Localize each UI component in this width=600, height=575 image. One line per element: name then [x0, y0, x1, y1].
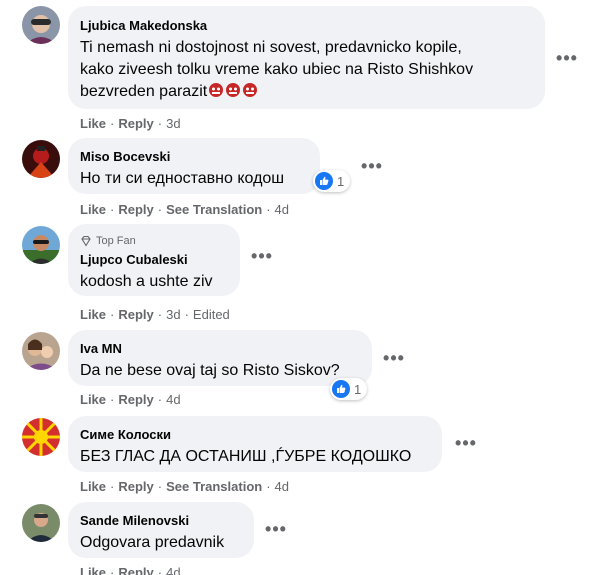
- timestamp[interactable]: 4d: [166, 565, 180, 575]
- reply-link[interactable]: Reply: [118, 565, 153, 575]
- reply-link[interactable]: Reply: [118, 392, 153, 407]
- top-fan-label: Top Fan: [96, 235, 136, 247]
- comment-text-line: Ti nemash ni dostojnost ni sovest, preda…: [80, 39, 462, 56]
- comment-author[interactable]: Ljupco Cubaleski: [80, 252, 228, 268]
- comment-bubble: Miso Bocevski Но ти си едноставно кодош: [68, 138, 320, 194]
- comment-text: Da ne bese ovaj taj so Risto Siskov?: [80, 362, 340, 379]
- comment-bubble: Симе Колоски БЕЗ ГЛАС ДА ОСТАНИШ ,ЃУБРЕ …: [68, 416, 442, 472]
- comment-bubble: Ljubica Makedonska Ti nemash ni dostojno…: [68, 6, 545, 109]
- like-icon: [315, 172, 333, 190]
- comment-bubble: Sande Milenovski Odgovara predavnik: [68, 502, 254, 558]
- comment-text-fragment: bezvreden parazit: [80, 83, 208, 100]
- timestamp[interactable]: 4d: [275, 202, 289, 217]
- comment-actions: Like · Reply · 4d: [80, 392, 181, 407]
- avatar[interactable]: [22, 6, 60, 44]
- see-translation-link[interactable]: See Translation: [166, 202, 262, 217]
- comment-text: Odgovara predavnik: [80, 534, 225, 551]
- comment-text: kodosh a ushte ziv: [80, 273, 213, 290]
- timestamp[interactable]: 3d: [166, 116, 180, 131]
- comment-text: Но ти си едноставно кодош: [80, 170, 285, 187]
- like-link[interactable]: Like: [80, 202, 106, 217]
- like-link[interactable]: Like: [80, 565, 106, 575]
- ogre-face-icon: [242, 82, 258, 98]
- comment-author[interactable]: Sande Milenovski: [80, 513, 242, 529]
- reaction-count: 1: [337, 173, 345, 189]
- comment-author[interactable]: Iva MN: [80, 341, 360, 357]
- ogre-face-icon: [208, 82, 224, 98]
- edited-label: Edited: [192, 307, 230, 322]
- see-translation-link[interactable]: See Translation: [166, 479, 262, 494]
- like-link[interactable]: Like: [80, 479, 106, 494]
- like-icon: [332, 380, 350, 398]
- comment-author[interactable]: Ljubica Makedonska: [80, 18, 533, 34]
- reaction-count: 1: [354, 381, 362, 397]
- reply-link[interactable]: Reply: [118, 307, 153, 322]
- avatar[interactable]: [22, 418, 60, 456]
- comment-text-line: bezvreden parazit: [80, 81, 533, 103]
- comment-actions: Like · Reply · 3d: [80, 116, 181, 131]
- comment-actions: Like · Reply · 4d: [80, 565, 181, 575]
- like-link[interactable]: Like: [80, 116, 106, 131]
- comment-actions: Like · Reply · See Translation · 4d: [80, 202, 290, 217]
- comment-actions: Like · Reply · See Translation · 4d: [80, 479, 290, 494]
- comment-actions: Like · Reply · 3d · Edited: [80, 307, 230, 322]
- top-fan-badge: Top Fan: [80, 234, 228, 248]
- reply-link[interactable]: Reply: [118, 116, 153, 131]
- avatar[interactable]: [22, 226, 60, 264]
- diamond-icon: [81, 235, 91, 247]
- reaction-summary[interactable]: 1: [313, 170, 351, 192]
- timestamp[interactable]: 4d: [275, 479, 289, 494]
- comment-bubble: Top Fan Ljupco Cubaleski kodosh a ushte …: [68, 224, 240, 296]
- timestamp[interactable]: 4d: [166, 392, 180, 407]
- more-options-icon[interactable]: •••: [553, 49, 581, 72]
- avatar[interactable]: [22, 332, 60, 370]
- comment-text-line: kako ziveesh tolku vreme kako ubiec na R…: [80, 61, 474, 78]
- reply-link[interactable]: Reply: [118, 202, 153, 217]
- more-options-icon[interactable]: •••: [380, 349, 408, 372]
- reply-link[interactable]: Reply: [118, 479, 153, 494]
- comment-author[interactable]: Симе Колоски: [80, 427, 430, 443]
- comment-text: БЕЗ ГЛАС ДА ОСТАНИШ ,ЃУБРЕ КОДОШКО: [80, 448, 412, 465]
- like-link[interactable]: Like: [80, 392, 106, 407]
- avatar[interactable]: [22, 140, 60, 178]
- comment-bubble: Iva MN Da ne bese ovaj taj so Risto Sisk…: [68, 330, 372, 386]
- comment-author[interactable]: Miso Bocevski: [80, 149, 308, 165]
- more-options-icon[interactable]: •••: [248, 247, 276, 270]
- timestamp[interactable]: 3d: [166, 307, 180, 322]
- ogre-face-icon: [225, 82, 241, 98]
- more-options-icon[interactable]: •••: [452, 434, 480, 457]
- more-options-icon[interactable]: •••: [358, 157, 386, 180]
- reaction-summary[interactable]: 1: [330, 378, 368, 400]
- more-options-icon[interactable]: •••: [262, 520, 290, 543]
- like-link[interactable]: Like: [80, 307, 106, 322]
- avatar[interactable]: [22, 504, 60, 542]
